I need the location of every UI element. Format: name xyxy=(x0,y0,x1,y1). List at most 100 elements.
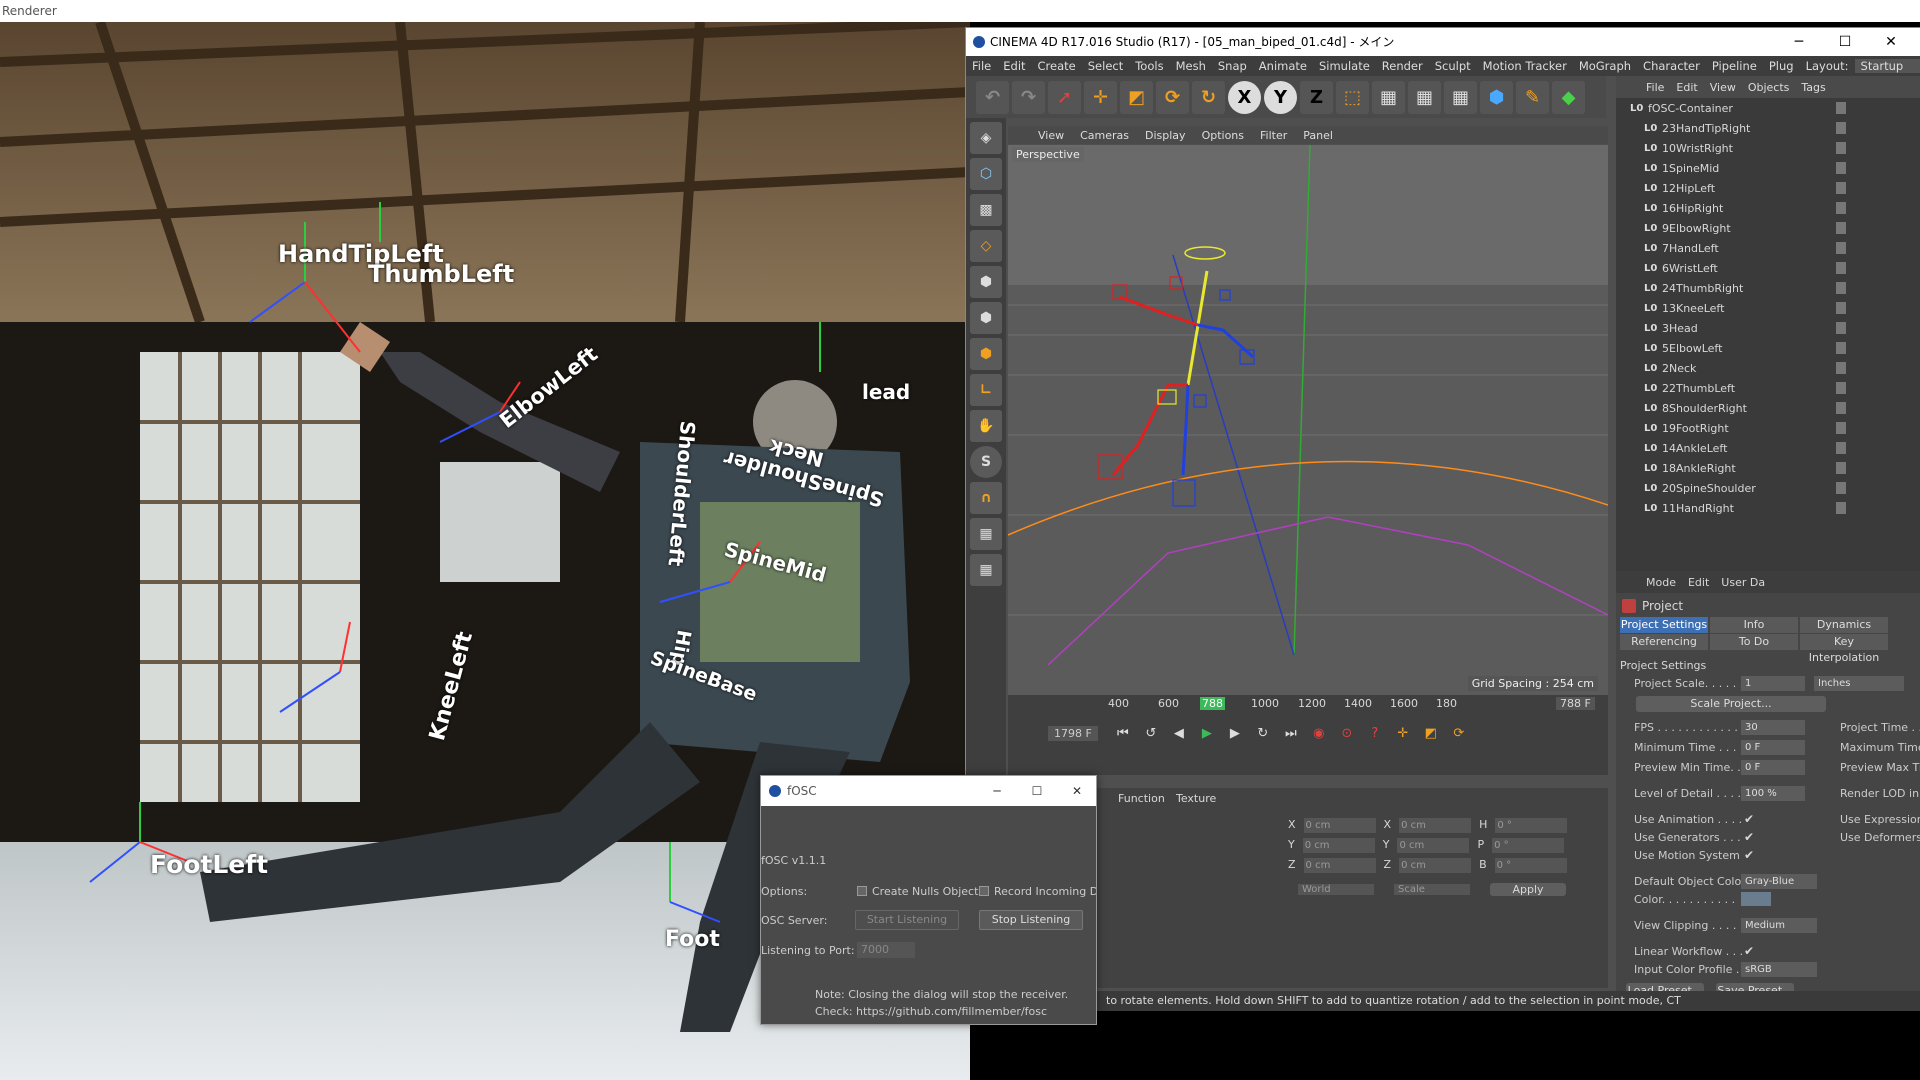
visibility-toggle-icon[interactable] xyxy=(1836,362,1846,374)
visibility-toggle-icon[interactable] xyxy=(1836,382,1846,394)
object-row[interactable]: L0 16HipRight xyxy=(1616,198,1920,218)
recent-tool-icon[interactable]: ↻ xyxy=(1192,80,1225,114)
subdivision-icon[interactable]: ◆ xyxy=(1552,80,1585,114)
undo-icon[interactable]: ↶ xyxy=(976,80,1009,114)
create-nulls-checkbox[interactable] xyxy=(857,886,867,896)
tab-project-settings[interactable]: Project Settings xyxy=(1620,617,1708,633)
visibility-toggle-icon[interactable] xyxy=(1836,202,1846,214)
object-row[interactable]: L0 8ShoulderRight xyxy=(1616,398,1920,418)
object-row[interactable]: L0 23HandTipRight xyxy=(1616,118,1920,138)
input-profile-dropdown[interactable]: sRGB xyxy=(1741,962,1817,977)
object-row[interactable]: L0 13KneeLeft xyxy=(1616,298,1920,318)
tab-referencing[interactable]: Referencing xyxy=(1620,634,1708,650)
size-y-field[interactable]: 0 cm xyxy=(1397,838,1470,853)
tab-todo[interactable]: To Do xyxy=(1710,634,1798,650)
current-frame-field[interactable]: 788 F xyxy=(1556,697,1595,710)
polygons-mode-icon[interactable]: ⬢ xyxy=(970,338,1002,370)
menu-tools[interactable]: Tools xyxy=(1129,59,1169,73)
visibility-toggle-icon[interactable] xyxy=(1836,262,1846,274)
object-row[interactable]: L0 7HandLeft xyxy=(1616,238,1920,258)
menu-character[interactable]: Character xyxy=(1637,59,1706,73)
apply-button[interactable]: Apply xyxy=(1490,883,1566,896)
play-icon[interactable]: ▶ xyxy=(1196,722,1218,744)
viewport-menu-view[interactable]: View xyxy=(1030,129,1072,142)
lod-field[interactable]: 100 % xyxy=(1741,786,1805,801)
size-z-field[interactable]: 0 cm xyxy=(1399,858,1472,873)
menu-file[interactable]: File xyxy=(966,59,997,73)
go-to-end-icon[interactable]: ⏭ xyxy=(1280,722,1302,744)
render-settings-icon[interactable]: ▦ xyxy=(1444,80,1477,114)
workplane-icon[interactable]: ◇ xyxy=(970,230,1002,262)
object-row[interactable]: L0 11HandRight xyxy=(1616,498,1920,518)
visibility-toggle-icon[interactable] xyxy=(1836,182,1846,194)
obj-menu-view[interactable]: View xyxy=(1704,81,1742,94)
preview-min-field[interactable]: 0 F xyxy=(1741,760,1805,775)
scale-tool-icon[interactable]: ◩ xyxy=(1120,80,1153,114)
object-row[interactable]: L0 22ThumbLeft xyxy=(1616,378,1920,398)
previous-key-icon[interactable]: ↺ xyxy=(1140,722,1162,744)
project-scale-unit-dropdown[interactable]: Inches xyxy=(1814,676,1904,691)
viewport-menu-display[interactable]: Display xyxy=(1137,129,1194,142)
position-y-field[interactable]: 0 cm xyxy=(1302,838,1375,853)
color-swatch[interactable] xyxy=(1741,892,1771,906)
fosc-maximize-button[interactable]: ☐ xyxy=(1017,776,1057,806)
visibility-toggle-icon[interactable] xyxy=(1836,402,1846,414)
tab-key-interpolation[interactable]: Key Interpolation xyxy=(1800,634,1888,664)
next-key-icon[interactable]: ↻ xyxy=(1252,722,1274,744)
obj-menu-file[interactable]: File xyxy=(1640,81,1670,94)
menu-plug[interactable]: Plug xyxy=(1763,59,1800,73)
position-z-field[interactable]: 0 cm xyxy=(1303,858,1376,873)
cube-icon[interactable]: ⬢ xyxy=(1480,80,1513,114)
object-row[interactable]: L0 12HipLeft xyxy=(1616,178,1920,198)
menu-render[interactable]: Render xyxy=(1376,59,1429,73)
coordinate-system-icon[interactable]: ⬚ xyxy=(1336,80,1369,114)
visibility-toggle-icon[interactable] xyxy=(1836,442,1846,454)
rotate-tool-icon[interactable]: ⟳ xyxy=(1156,80,1189,114)
viewport-menu-panel[interactable]: Panel xyxy=(1295,129,1341,142)
model-mode-icon[interactable]: ⬡ xyxy=(970,158,1002,190)
obj-menu-objects[interactable]: Objects xyxy=(1742,81,1796,94)
visibility-toggle-icon[interactable] xyxy=(1836,142,1846,154)
tab-function[interactable]: Function xyxy=(1118,792,1165,805)
start-listening-button[interactable]: Start Listening xyxy=(855,910,959,930)
layout-select[interactable]: Startup xyxy=(1854,59,1920,73)
planar-workplane-icon[interactable]: ▦ xyxy=(970,554,1002,586)
menu-snap[interactable]: Snap xyxy=(1212,59,1253,73)
attr-menu-edit[interactable]: Edit xyxy=(1682,576,1715,589)
use-motion-checkbox[interactable]: ✔ xyxy=(1744,848,1754,862)
perspective-viewport[interactable]: Perspective Grid Spacing : 254 cm xyxy=(1008,145,1608,695)
x-axis-button[interactable]: X xyxy=(1228,80,1261,114)
timeline-ruler[interactable]: 400 600 788 1000 1200 1400 1600 180 788 … xyxy=(1008,697,1608,715)
linear-workflow-checkbox[interactable]: ✔ xyxy=(1744,944,1754,958)
tab-info[interactable]: Info xyxy=(1710,617,1798,633)
record-incoming-option[interactable]: Record Incoming Dat xyxy=(979,885,1096,898)
y-axis-button[interactable]: Y xyxy=(1264,80,1297,114)
timeline[interactable]: 400 600 788 1000 1200 1400 1600 180 788 … xyxy=(1008,695,1608,775)
texture-mode-icon[interactable]: ▩ xyxy=(970,194,1002,226)
scale-dropdown[interactable]: Scale xyxy=(1394,884,1470,895)
port-field[interactable]: 7000 xyxy=(857,942,915,958)
project-scale-field[interactable]: 1 xyxy=(1741,676,1805,691)
maximize-button[interactable]: ☐ xyxy=(1822,28,1868,56)
viewport-menu-cameras[interactable]: Cameras xyxy=(1072,129,1137,142)
visibility-toggle-icon[interactable] xyxy=(1836,282,1846,294)
attr-menu-userdata[interactable]: User Da xyxy=(1715,576,1771,589)
pen-icon[interactable]: ✎ xyxy=(1516,80,1549,114)
fosc-link[interactable]: Check: https://github.com/fillmember/fos… xyxy=(815,1005,1047,1018)
edges-mode-icon[interactable]: ⬢ xyxy=(970,302,1002,334)
menu-mesh[interactable]: Mesh xyxy=(1170,59,1212,73)
menu-motion-tracker[interactable]: Motion Tracker xyxy=(1477,59,1573,73)
visibility-toggle-icon[interactable] xyxy=(1836,162,1846,174)
object-row[interactable]: L0 3Head xyxy=(1616,318,1920,338)
rotation-b-field[interactable]: 0 ° xyxy=(1494,858,1567,873)
menu-mograph[interactable]: MoGraph xyxy=(1573,59,1637,73)
lock-workplane-icon[interactable]: ▦ xyxy=(970,518,1002,550)
size-x-field[interactable]: 0 cm xyxy=(1399,818,1472,833)
axis-mode-icon[interactable]: ∟ xyxy=(970,374,1002,406)
snap-icon[interactable]: S xyxy=(970,446,1002,478)
position-x-field[interactable]: 0 cm xyxy=(1303,818,1376,833)
rotation-h-field[interactable]: 0 ° xyxy=(1495,818,1568,833)
object-row-container[interactable]: L0 fOSC-Container xyxy=(1616,98,1920,118)
obj-menu-tags[interactable]: Tags xyxy=(1795,81,1831,94)
view-clipping-dropdown[interactable]: Medium xyxy=(1741,918,1817,933)
